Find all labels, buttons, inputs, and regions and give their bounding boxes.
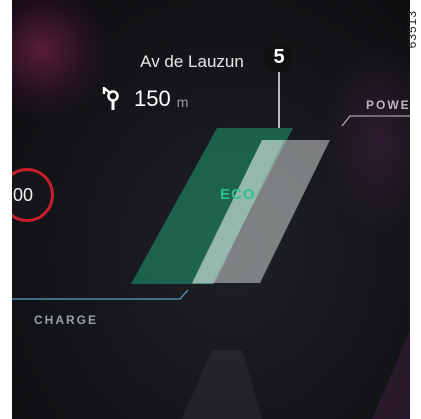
street-name: Av de Lauzun: [140, 52, 244, 71]
speed-limit-value: 00: [13, 185, 34, 205]
instrument-display: 00 Av de Lauzun 150 m POWER ECO CHARGE: [12, 0, 410, 419]
distance-unit: m: [176, 93, 189, 110]
reference-code: 63513: [405, 10, 419, 49]
callout-marker: 5: [264, 42, 294, 72]
roundabout-turn-icon: [102, 87, 119, 110]
distance-value: 150: [134, 86, 171, 111]
road-glow: [182, 350, 262, 419]
maneuver-distance-row: 150 m: [102, 86, 188, 112]
right-edge-glow: [372, 330, 410, 419]
charge-label: CHARGE: [34, 313, 99, 327]
eco-label: ECO: [220, 186, 256, 203]
power-pointer-line: [341, 115, 410, 127]
charge-indicator-line: [12, 289, 189, 300]
power-label: POWER: [366, 98, 410, 112]
